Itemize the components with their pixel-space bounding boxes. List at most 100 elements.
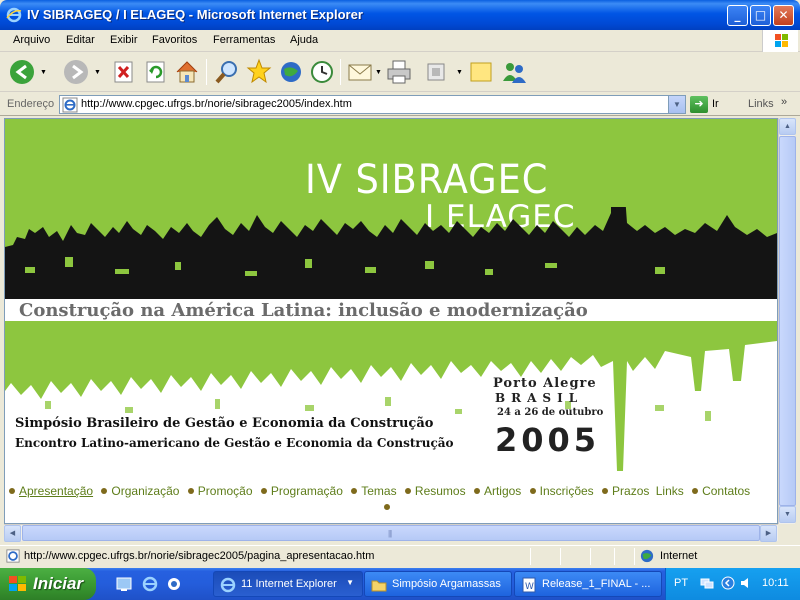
menu-ajuda[interactable]: Ajuda [290, 34, 318, 46]
ie-quicklaunch-icon[interactable] [142, 576, 158, 595]
go-button[interactable]: Ir [712, 98, 719, 110]
event-name-sibragec: Simpósio Brasileiro de Gestão e Economia… [15, 416, 434, 431]
nav-item: Links [656, 484, 684, 498]
word-document-icon: W [521, 577, 537, 596]
event-name-elagec: Encontro Latino-americano de Gestão e Ec… [15, 436, 454, 450]
vertical-scrollbar[interactable]: ▲ ▼ [778, 118, 796, 524]
edit-icon[interactable] [424, 57, 448, 87]
bullet-icon [351, 488, 358, 495]
event-dates: 24 a 26 de outubro [497, 407, 604, 418]
menu-editar[interactable]: Editar [66, 34, 95, 46]
nav-link-prazos[interactable]: Prazos [612, 484, 649, 498]
vertical-scroll-thumb[interactable] [779, 136, 796, 506]
mail-icon[interactable] [347, 57, 373, 87]
history-icon[interactable] [309, 57, 335, 87]
horizontal-scrollbar[interactable]: ◀ ||| ▶ [4, 524, 778, 542]
forward-icon[interactable] [62, 57, 90, 87]
nav-link-apresentacao[interactable]: Apresentação [19, 484, 93, 498]
stop-icon[interactable] [112, 57, 136, 87]
edit-dropdown-icon[interactable]: ▼ [456, 69, 463, 76]
task-label: 11 Internet Explorer [241, 578, 337, 590]
volume-icon[interactable] [739, 576, 753, 593]
security-zone: Internet [660, 550, 698, 562]
menu-arquivo[interactable]: Arquivo [13, 34, 50, 46]
status-text: http://www.cpgec.ufrgs.br/norie/sibragec… [24, 550, 375, 562]
task-simposio-argamassas[interactable]: Simpósio Argamassas [364, 571, 512, 597]
status-separator [590, 548, 591, 565]
messenger-quicklaunch-icon[interactable] [166, 576, 182, 595]
search-icon[interactable] [214, 57, 240, 87]
address-dropdown-icon[interactable]: ▼ [668, 96, 685, 113]
messenger-icon[interactable] [500, 57, 528, 87]
address-url[interactable]: http://www.cpgec.ufrgs.br/norie/sibragec… [81, 98, 352, 110]
bullet-icon [692, 488, 699, 495]
page-icon [62, 97, 78, 116]
network-icon[interactable] [700, 576, 714, 593]
scroll-left-icon[interactable]: ◀ [4, 525, 21, 542]
internet-zone-icon [640, 549, 654, 566]
nav-item: Resumos [403, 484, 466, 498]
bullet-icon [602, 488, 609, 495]
nav-link-contatos[interactable]: Contatos [702, 484, 750, 498]
address-field[interactable]: http://www.cpgec.ufrgs.br/norie/sibragec… [59, 95, 686, 114]
menu-bar: Arquivo Editar Exibir Favoritos Ferramen… [0, 30, 800, 52]
nav-link-links[interactable]: Links [656, 484, 684, 498]
maximize-button[interactable]: □ [750, 5, 771, 26]
nav-link-resumos[interactable]: Resumos [415, 484, 466, 498]
toolbar-separator [340, 59, 341, 85]
event-country: BRASIL [495, 391, 584, 405]
scroll-up-icon[interactable]: ▲ [779, 118, 796, 135]
event-year: 2005 [495, 421, 601, 459]
discuss-icon[interactable] [468, 57, 494, 87]
ie-icon [6, 7, 22, 23]
bullet-icon [384, 504, 390, 511]
links-toolbar[interactable]: Links [748, 98, 774, 110]
nav-item: Programação [259, 484, 343, 498]
show-desktop-icon[interactable] [116, 576, 132, 595]
nav-link-promocao[interactable]: Promoção [198, 484, 253, 498]
task-group-arrow-icon: ▼ [346, 578, 354, 587]
grip-icon: ||| [388, 529, 392, 538]
mail-dropdown-icon[interactable]: ▼ [375, 69, 382, 76]
scroll-down-icon[interactable]: ▼ [779, 506, 796, 523]
tray-expand-icon[interactable] [721, 576, 735, 593]
nav-link-inscricoes[interactable]: Inscrições [540, 484, 594, 498]
bullet-icon [187, 488, 194, 495]
nav-link-programacao[interactable]: Programação [271, 484, 343, 498]
menu-ferramentas[interactable]: Ferramentas [213, 34, 275, 46]
favorites-icon[interactable] [246, 57, 272, 87]
nav-item: Contatos [690, 484, 750, 498]
task-label: Release_1_FINAL - ... [542, 578, 651, 590]
nav-link-artigos[interactable]: Artigos [484, 484, 521, 498]
start-button[interactable]: Iniciar [0, 568, 96, 600]
system-tray: PT 10:11 [665, 568, 800, 600]
back-icon[interactable] [8, 57, 36, 87]
scroll-right-icon[interactable]: ▶ [760, 525, 777, 542]
task-release-final[interactable]: W Release_1_FINAL - ... [514, 571, 662, 597]
nav-link-temas[interactable]: Temas [361, 484, 396, 498]
refresh-icon[interactable] [144, 57, 168, 87]
go-arrow-icon[interactable]: ➜ [690, 96, 708, 113]
bullet-icon [9, 488, 15, 495]
language-indicator[interactable]: PT [674, 577, 688, 589]
nav-item: Organização [99, 484, 179, 498]
menu-favoritos[interactable]: Favoritos [152, 34, 197, 46]
city-skyline-image [5, 207, 777, 302]
media-icon[interactable] [278, 57, 304, 87]
windows-flag-icon [8, 575, 28, 596]
minimize-button[interactable]: _ [727, 5, 748, 26]
print-icon[interactable] [386, 57, 412, 87]
nav-item: Apresentação [7, 484, 93, 498]
links-chevron-icon[interactable]: » [781, 96, 787, 108]
nav-link-organizacao[interactable]: Organização [111, 484, 179, 498]
nav-item: Promoção [186, 484, 253, 498]
close-button[interactable]: ✕ [773, 5, 794, 26]
forward-dropdown-icon[interactable]: ▼ [94, 69, 101, 76]
title-bar[interactable]: IV SIBRAGEQ / I ELAGEQ - Microsoft Inter… [0, 0, 800, 30]
horizontal-scroll-thumb[interactable]: ||| [22, 525, 760, 541]
back-dropdown-icon[interactable]: ▼ [40, 69, 47, 76]
task-internet-explorer[interactable]: 11 Internet Explorer ▼ [213, 571, 363, 597]
home-icon[interactable] [174, 57, 200, 87]
taskbar: Iniciar 11 Internet Explorer ▼ Simpósio … [0, 568, 800, 600]
menu-exibir[interactable]: Exibir [110, 34, 138, 46]
